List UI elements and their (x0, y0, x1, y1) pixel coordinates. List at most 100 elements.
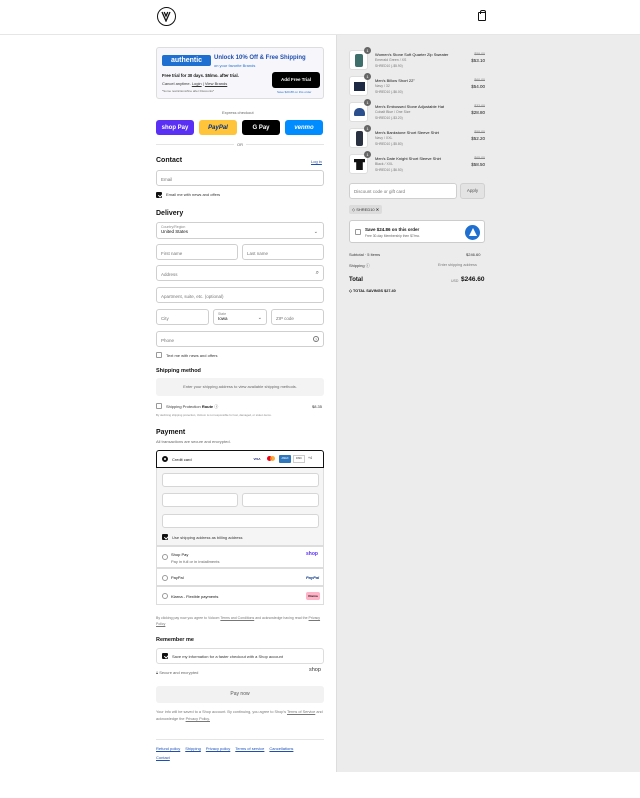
express-checkout-label: Express checkout (222, 110, 254, 115)
cancellations-link[interactable]: Cancellations (269, 746, 293, 751)
terms-link[interactable]: Terms and Conditions (220, 616, 254, 620)
credit-card-label: Credit card (172, 457, 192, 462)
item-discount: SHRED10 (-$5.90) (375, 64, 403, 68)
first-name-field[interactable]: First name (156, 244, 238, 260)
expiration-field[interactable] (162, 493, 238, 507)
promo-trial: Free trial for 30 days. $5/mo. after tri… (162, 73, 239, 78)
email-field[interactable]: Email (156, 170, 324, 186)
paypal-button[interactable]: PayPal (199, 120, 237, 135)
cart-item: 1 Men's Bankstone Short Sleeve Shirt Nav… (349, 125, 485, 150)
item-old-price: $65.00 (474, 156, 485, 160)
klarna-radio[interactable] (162, 593, 168, 599)
subtotal-value: $246.60 (466, 252, 481, 257)
info-icon[interactable]: ⓘ (214, 404, 218, 409)
promo-subtitle: on your favorite Brands (214, 63, 256, 68)
add-free-trial-button[interactable]: Add Free Trial (272, 72, 320, 88)
chevron-down-icon: ⌄ (257, 315, 262, 321)
discount-code-field[interactable]: Discount code or gift card (349, 183, 457, 199)
refund-policy-link[interactable]: Refund policy (156, 746, 180, 751)
item-discount: SHRED10 (-$6.50) (375, 168, 403, 172)
shopping-bag-icon[interactable] (478, 10, 486, 21)
route-logo: Route (201, 404, 214, 409)
klarna-option[interactable]: Klarna - Flexible payments Klarna (156, 586, 324, 605)
shop-privacy-link[interactable]: Privacy Policy. (186, 717, 210, 721)
shop-pay-radio[interactable] (162, 554, 168, 560)
membership-logo-icon (465, 225, 480, 240)
item-name: Men's Billow Short 22" (375, 78, 415, 83)
info-icon[interactable]: ⓘ (366, 263, 370, 268)
text-news-checkbox[interactable] (156, 352, 162, 358)
shipping-protection-checkbox[interactable] (156, 403, 162, 409)
shop-pay-logo: shop (306, 551, 318, 557)
quantity-badge: 1 (364, 99, 371, 106)
privacy-policy-link[interactable]: Privacy policy (206, 746, 230, 751)
view-brands-link[interactable]: View Brands (205, 81, 227, 86)
shop-pay-option[interactable]: Shop Pay Pay in full or in installments … (156, 546, 324, 568)
shop-terms-link[interactable]: Terms of Service (287, 710, 315, 714)
login-link[interactable]: Log in (311, 159, 322, 164)
cart-item: 1 Men's Embossed Stone Adjustable Hat Co… (349, 99, 485, 124)
item-old-price: $58.00 (474, 130, 485, 134)
paypal-option[interactable]: PayPal PayPal (156, 568, 324, 586)
shipping-policy-link[interactable]: Shipping (185, 746, 201, 751)
apartment-field[interactable]: Apartment, suite, etc. (optional) (156, 287, 324, 303)
remember-me-checkbox[interactable] (162, 653, 168, 659)
zip-field[interactable]: ZIP code (271, 309, 324, 325)
city-field[interactable]: City (156, 309, 209, 325)
last-name-field[interactable]: Last name (242, 244, 324, 260)
item-name: Women's Stone Soft Quarter Zip Sweater (375, 52, 449, 57)
promo-cta-sub: Save $20.88 on this order (277, 90, 312, 94)
card-fields: Use shipping address as billing address (156, 468, 324, 546)
promo-cancel: Cancel anytime. Login | View Brands (162, 81, 228, 86)
item-name: Men's Bankstone Short Sleeve Shirt (375, 130, 439, 135)
item-variant: Cobalt Blue / One Size (375, 110, 411, 114)
tag-icon: ◇ (352, 207, 356, 212)
quantity-badge: 1 (364, 151, 371, 158)
paypal-radio[interactable] (162, 575, 168, 581)
item-old-price: $59.00 (474, 52, 485, 56)
item-variant: Navy / 32 (375, 84, 390, 88)
footer-divider (156, 739, 324, 740)
terms-note: By clicking pay now you agree to Volcom … (156, 616, 321, 626)
item-discount: SHRED10 (-$6.00) (375, 90, 403, 94)
credit-card-option[interactable]: Credit card VISA AMEX DISC +4 (156, 450, 324, 468)
name-on-card-field[interactable] (162, 514, 319, 528)
secure-note: 🔒︎ Secure and encrypted (156, 670, 199, 675)
subtotal-label: Subtotal · 5 items (349, 252, 381, 257)
google-pay-button[interactable]: G Pay (242, 120, 280, 135)
promo-login-link[interactable]: Login (192, 81, 202, 86)
quantity-badge: 1 (364, 47, 371, 54)
venmo-button[interactable]: venmo (285, 120, 323, 135)
security-code-field[interactable] (242, 493, 319, 507)
billing-address-checkbox[interactable] (162, 534, 168, 540)
credit-card-radio[interactable] (162, 456, 168, 462)
apply-button[interactable]: Apply (460, 183, 485, 199)
shop-pay-button[interactable]: shop Pay (156, 120, 194, 135)
card-number-field[interactable] (162, 473, 319, 487)
contact-link[interactable]: Contact (156, 755, 170, 760)
klarna-label: Klarna - Flexible payments (171, 594, 219, 599)
footer-links: Refund policy Shipping Privacy policy Terms… (156, 744, 326, 762)
remember-me-heading: Remember me (156, 637, 194, 643)
email-news-checkbox[interactable] (156, 192, 162, 198)
address-field[interactable]: Address ⌕ (156, 265, 324, 281)
membership-checkbox[interactable] (355, 229, 361, 235)
remove-code-icon[interactable]: ✕ (376, 207, 379, 212)
shipping-methods-placeholder: Enter your shipping address to view avai… (156, 378, 324, 396)
pay-now-button[interactable]: Pay now (156, 686, 324, 703)
phone-field[interactable]: Phone? (156, 331, 324, 347)
help-icon[interactable]: ? (313, 336, 319, 342)
shop-pay-sublabel: Pay in full or in installments (171, 559, 220, 564)
country-select[interactable]: Country/Region United States ⌄ (156, 222, 324, 239)
item-variant: Black / XXL (375, 162, 394, 166)
tag-icon: ◇ (349, 289, 352, 293)
volcom-logo[interactable] (157, 7, 176, 26)
terms-of-service-link[interactable]: Terms of service (235, 746, 264, 751)
state-select[interactable]: State Iowa ⌄ (213, 309, 267, 325)
chevron-down-icon: ⌄ (313, 229, 318, 235)
membership-offer[interactable]: Save $24.86 on this order Free 30-day Me… (349, 220, 485, 243)
item-name: Men's Embossed Stone Adjustable Hat (375, 104, 445, 109)
promo-title: Unlock 10% Off & Free Shipping (214, 55, 306, 61)
item-discount: SHRED10 (-$5.80) (375, 142, 403, 146)
shipping-method-heading: Shipping method (156, 368, 201, 374)
